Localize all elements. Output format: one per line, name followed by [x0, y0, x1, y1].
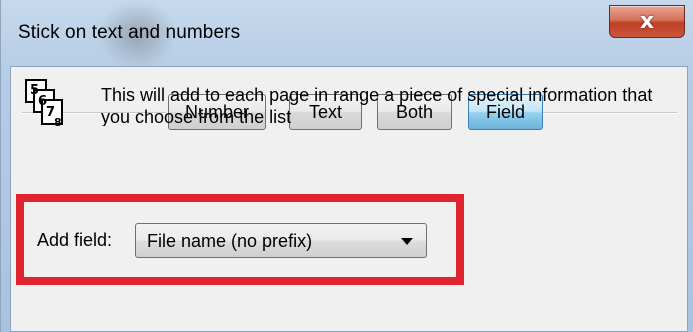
description-text: This will add to each page in range a pi… [101, 85, 653, 126]
add-field-label: Add field: [37, 230, 113, 250]
close-button[interactable]: x [609, 5, 685, 38]
window-title: Stick on text and numbers [18, 22, 241, 43]
add-field-selected-value: File name (no prefix) [147, 231, 313, 251]
add-field-dropdown[interactable]: File name (no prefix) [135, 223, 427, 258]
stacked-pages-numbers-icon: 5 6 7 8 [25, 79, 63, 128]
chevron-down-icon [401, 238, 413, 245]
close-icon: x [639, 9, 655, 34]
svg-text:8: 8 [54, 116, 62, 128]
dialog-window: Stick on text and numbers x Number Text … [0, 0, 693, 332]
title-bar: Stick on text and numbers x [1, 0, 693, 70]
